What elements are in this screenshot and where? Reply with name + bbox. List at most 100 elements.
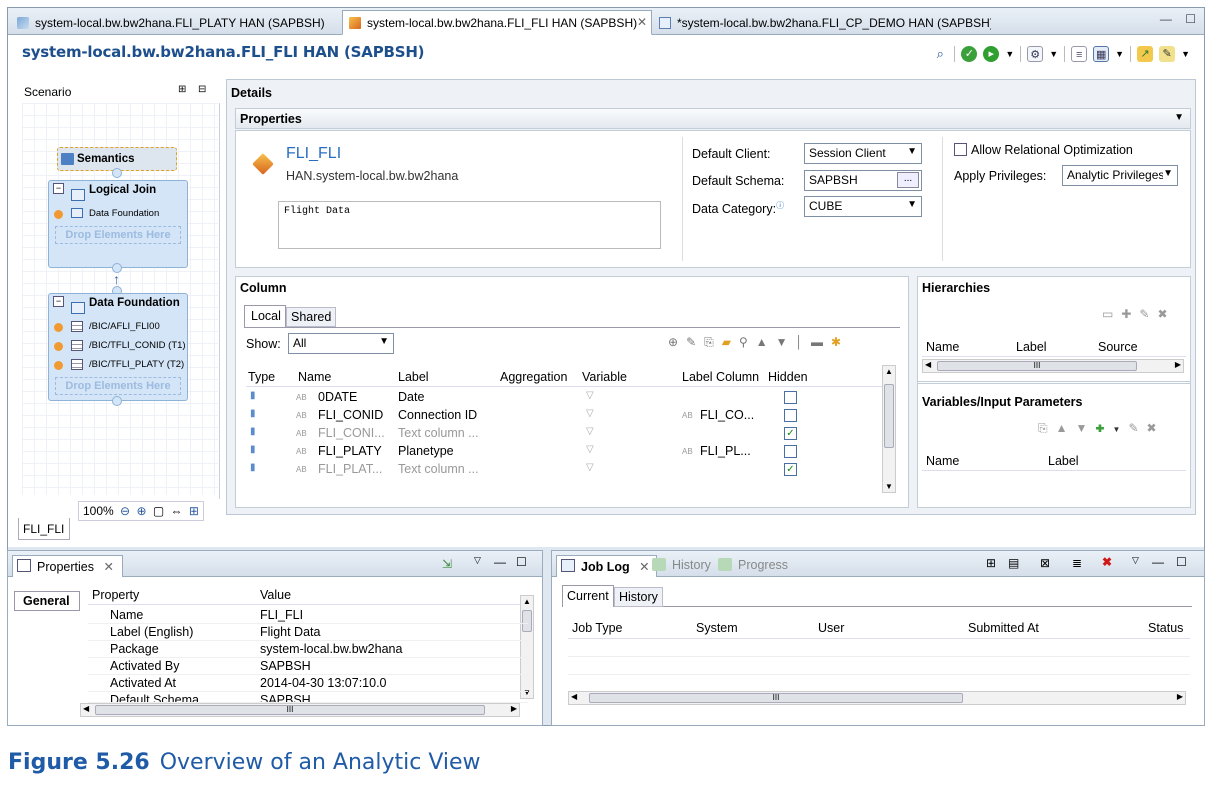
hierarchies-scrollbar[interactable]: ◀ III ▶ (922, 359, 1184, 373)
scroll-right-icon[interactable]: ▶ (1177, 692, 1183, 701)
maximize-icon[interactable]: ☐ (516, 555, 527, 569)
delete-icon[interactable]: ✖ (1102, 555, 1112, 569)
scroll-up-icon[interactable]: ▲ (885, 367, 893, 376)
delete-icon[interactable]: ✖ (1147, 421, 1165, 435)
tab-history[interactable]: History (648, 555, 711, 577)
view-menu-icon[interactable]: ▽ (1132, 555, 1139, 566)
document-icon[interactable]: ▤ (1008, 556, 1019, 570)
add-icon[interactable]: ⊕ (668, 335, 686, 349)
scroll-thumb[interactable]: III (589, 693, 963, 703)
expand-all-icon[interactable]: ⊞ (178, 84, 186, 95)
tab-progress[interactable]: Progress (714, 555, 788, 577)
import-icon[interactable]: ⎘ (704, 335, 722, 349)
chevron-down-icon[interactable]: ▼ (1181, 49, 1190, 59)
add-icon[interactable]: ✚ (1121, 307, 1139, 321)
drop-zone[interactable]: Drop Elements Here (55, 377, 181, 395)
property-row[interactable]: Default Schema SAPBSH (88, 692, 528, 703)
add-icon[interactable]: ✚ (1095, 421, 1112, 435)
remove-icon[interactable]: ⊠ (1040, 556, 1050, 570)
browse-button[interactable]: ... (897, 172, 919, 188)
move-down-icon[interactable]: ▼ (1076, 421, 1096, 435)
property-row[interactable]: Label (English) Flight Data (88, 624, 528, 641)
close-icon[interactable]: ✕ (103, 560, 113, 574)
header-aggregation[interactable]: Aggregation (500, 370, 567, 384)
filter-icon[interactable]: ▽ (586, 426, 594, 437)
tab-current[interactable]: Current (562, 585, 614, 607)
header-label-column[interactable]: Label Column (682, 370, 759, 384)
scroll-left-icon[interactable]: ◀ (571, 692, 577, 701)
scroll-right-icon[interactable]: ▶ (1175, 360, 1181, 369)
header-source[interactable]: Source (1098, 340, 1138, 354)
scroll-thumb[interactable]: III (937, 361, 1137, 371)
general-tab[interactable]: General (14, 591, 80, 611)
minimize-icon[interactable]: — (1152, 555, 1164, 569)
layout-icon[interactable]: ⇔ (171, 504, 183, 518)
filter-icon[interactable]: ▽ (586, 408, 594, 419)
property-row[interactable]: Package system-local.bw.bw2hana (88, 641, 528, 658)
table-row[interactable]: ▮ AB FLI_CONI... Text column ... ▽ ✓ (246, 425, 882, 443)
chevron-down-icon[interactable]: ▼ (1174, 112, 1184, 123)
header-name[interactable]: Name (926, 340, 959, 354)
table-item[interactable]: /BIC/TFLI_CONID (T1) (49, 337, 187, 356)
tab-history-sub[interactable]: History (614, 587, 663, 607)
scroll-left-icon[interactable]: ◀ (83, 704, 89, 713)
header-job-type[interactable]: Job Type (572, 621, 623, 635)
tab-properties[interactable]: Properties ✕ (12, 555, 123, 577)
export-icon[interactable]: ↗ (1137, 46, 1154, 62)
column-scrollbar[interactable]: ▲ ▼ (882, 365, 896, 493)
maximize-icon[interactable]: ☐ (1185, 12, 1196, 26)
property-row[interactable]: Name FLI_FLI (88, 607, 528, 624)
logical-join-item[interactable]: Data Foundation (49, 205, 187, 224)
tab-job-log[interactable]: Job Log ✕ (556, 555, 657, 577)
show-select[interactable]: All ▼ (288, 333, 394, 354)
filter-icon[interactable]: ▽ (586, 390, 594, 401)
property-row[interactable]: Activated At 2014-04-30 13:07:10.0 (88, 675, 528, 692)
drop-zone[interactable]: Drop Elements Here (55, 226, 181, 244)
hidden-checkbox[interactable]: ✓ (784, 463, 797, 476)
edit-icon[interactable]: ✎ (686, 335, 704, 349)
table-row[interactable]: ▮ AB FLI_PLAT... Text column ... ▽ ✓ (246, 461, 882, 479)
scroll-down-icon[interactable]: ▼ (885, 482, 893, 491)
table-row[interactable]: ▮ AB 0DATE Date ▽ (246, 389, 882, 407)
document-icon[interactable]: ≡ (1071, 46, 1088, 62)
link-icon[interactable]: ⚲ (739, 335, 756, 349)
zoom-out-icon[interactable]: ⊖ (120, 504, 130, 518)
header-system[interactable]: System (696, 621, 738, 635)
settings-icon[interactable]: ✎ (1159, 46, 1176, 62)
delete-icon[interactable]: ✖ (1157, 307, 1175, 321)
filter-icon[interactable]: ⊞ (986, 556, 996, 570)
hidden-checkbox[interactable] (784, 391, 797, 404)
import-icon[interactable]: ⎘ (1038, 421, 1056, 435)
settings-icon[interactable]: ✱ (831, 335, 849, 349)
hidden-checkbox[interactable]: ✓ (784, 427, 797, 440)
scroll-thumb[interactable]: III (95, 705, 485, 715)
table-item[interactable]: /BIC/AFLI_FLI00 (49, 318, 187, 337)
folder-icon[interactable]: ▰ (722, 335, 739, 349)
close-icon[interactable]: ✕ (637, 15, 647, 29)
header-name[interactable]: Name (926, 454, 959, 468)
header-hidden[interactable]: Hidden (768, 370, 808, 384)
tab-shared[interactable]: Shared (286, 307, 336, 327)
header-variable[interactable]: Variable (582, 370, 627, 384)
filter-icon[interactable]: ▽ (586, 444, 594, 455)
move-down-icon[interactable]: ▼ (776, 335, 796, 349)
job-hscrollbar[interactable]: ◀ III ▶ (568, 691, 1186, 705)
header-property[interactable]: Property (92, 588, 139, 602)
chevron-down-icon[interactable]: ▼ (1113, 425, 1129, 434)
scroll-right-icon[interactable]: ▶ (511, 704, 517, 713)
scroll-up-icon[interactable]: ▲ (523, 597, 531, 606)
tooltip-icon[interactable]: ▭ (1102, 307, 1121, 321)
hidden-checkbox[interactable] (784, 445, 797, 458)
table-item[interactable]: /BIC/TFLI_PLATY (T2) (49, 356, 187, 375)
activate-icon[interactable]: ▸ (983, 46, 1000, 62)
table-row[interactable]: ▮ AB FLI_CONID Connection ID ▽ AB FLI_CO... (246, 407, 882, 425)
marker-icon[interactable]: │ (796, 335, 812, 349)
header-submitted-at[interactable]: Submitted At (968, 621, 1039, 635)
zoom-in-icon[interactable]: ⊕ (136, 504, 146, 518)
hidden-checkbox[interactable] (784, 409, 797, 422)
edit-icon[interactable]: ✎ (1128, 421, 1146, 435)
log-icon[interactable]: ≣ (1072, 556, 1082, 570)
binoculars-icon[interactable]: ⌕ (932, 46, 948, 62)
logical-join-node[interactable]: − Logical Join Data Foundation Drop Elem… (48, 180, 188, 268)
fit-icon[interactable]: ▢ (153, 504, 164, 518)
